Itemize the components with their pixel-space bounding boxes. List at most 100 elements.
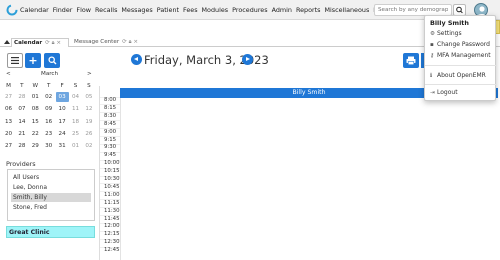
time-slot-label[interactable]: 11:45 — [104, 216, 120, 222]
time-slot-label[interactable]: 12:15 — [104, 231, 120, 237]
time-slot-label[interactable]: 8:45 — [104, 121, 120, 127]
time-slot-label[interactable]: 10:00 — [104, 160, 120, 166]
menu-item-logout[interactable]: ⇥ Logout — [430, 89, 458, 96]
day-cell[interactable]: 03 — [55, 92, 69, 102]
day-cell[interactable]: 18 — [69, 117, 82, 127]
mini-calendar-month: March — [41, 71, 59, 77]
day-cell[interactable]: 12 — [82, 104, 95, 114]
day-cell[interactable]: 10 — [56, 104, 69, 114]
day-cell[interactable]: 25 — [69, 129, 82, 139]
menu-toggle-button[interactable] — [7, 53, 23, 68]
menu-messages[interactable]: Messages — [121, 6, 152, 14]
provider-option[interactable]: All Users — [11, 173, 71, 182]
close-icon[interactable]: × — [133, 39, 138, 45]
prev-day-button[interactable] — [131, 54, 142, 65]
menu-item-change-password[interactable]: ▪ Change Password — [430, 41, 490, 48]
time-slot-label[interactable]: 8:30 — [104, 113, 120, 119]
day-cell[interactable]: 27 — [2, 141, 15, 151]
day-cell[interactable]: 22 — [29, 129, 42, 139]
menu-divider — [425, 84, 497, 85]
collapse-caret-icon[interactable] — [4, 40, 10, 44]
tab-calendar[interactable]: Calendar ⟳ 🔒︎ × — [11, 38, 69, 47]
providers-select[interactable]: All Users Lee, Donna Smith, Billy Stone, Fr… — [7, 169, 95, 221]
openemr-logo-icon[interactable] — [6, 4, 18, 16]
provider-option[interactable]: Lee, Donna — [11, 183, 71, 192]
menu-finder[interactable]: Finder — [53, 6, 73, 14]
menu-admin[interactable]: Admin — [272, 6, 292, 14]
day-cell[interactable]: 02 — [82, 141, 95, 151]
menu-procedures[interactable]: Procedures — [232, 6, 267, 14]
time-slot-label[interactable]: 8:00 — [104, 97, 120, 103]
tab-message-center[interactable]: Message Center ⟳ 🔒︎ × — [72, 38, 140, 47]
day-cell[interactable]: 28 — [15, 141, 28, 151]
menu-item-settings[interactable]: ⚙ Settings — [430, 30, 462, 37]
lock-icon[interactable]: 🔒︎ — [129, 39, 132, 45]
day-cell[interactable]: 15 — [29, 117, 42, 127]
day-cell[interactable]: 07 — [15, 104, 28, 114]
time-slot-label[interactable]: 10:15 — [104, 168, 120, 174]
day-cell[interactable]: 19 — [82, 117, 95, 127]
menu-miscellaneous[interactable]: Miscellaneous — [324, 6, 369, 14]
add-appointment-button[interactable]: + — [25, 53, 41, 68]
day-cell[interactable]: 30 — [42, 141, 55, 151]
time-slot-label[interactable]: 12:30 — [104, 239, 120, 245]
provider-option[interactable]: Stone, Fred — [11, 203, 71, 212]
menu-flow[interactable]: Flow — [76, 6, 91, 14]
time-slot-label[interactable]: 11:15 — [104, 200, 120, 206]
day-cell[interactable]: 31 — [56, 141, 69, 151]
day-cell[interactable]: 26 — [82, 129, 95, 139]
day-cell[interactable]: 01 — [29, 92, 42, 102]
day-cell[interactable]: 20 — [2, 129, 15, 139]
time-slot-label[interactable]: 10:30 — [104, 176, 120, 182]
time-slot-label[interactable]: 8:15 — [104, 105, 120, 111]
day-cell[interactable]: 01 — [69, 141, 82, 151]
day-cell[interactable]: 14 — [15, 117, 28, 127]
print-button[interactable] — [403, 53, 419, 68]
day-cell[interactable]: 05 — [82, 92, 95, 102]
day-cell[interactable]: 29 — [29, 141, 42, 151]
menu-recalls[interactable]: Recalls — [95, 6, 117, 14]
search-appointments-button[interactable] — [44, 53, 60, 68]
menu-patient[interactable]: Patient — [157, 6, 179, 14]
day-cell[interactable]: 24 — [56, 129, 69, 139]
menu-reports[interactable]: Reports — [296, 6, 321, 14]
refresh-icon[interactable]: ⟳ — [122, 39, 127, 45]
time-slot-label[interactable]: 11:30 — [104, 208, 120, 214]
lock-icon[interactable]: 🔒︎ — [52, 40, 55, 46]
time-slot-label[interactable]: 9:00 — [104, 129, 120, 135]
day-cell[interactable]: 11 — [69, 104, 82, 114]
time-slot-label[interactable]: 9:30 — [104, 144, 120, 150]
menu-item-about[interactable]: ℹ About OpenEMR — [430, 72, 486, 79]
time-slot-label[interactable]: 9:45 — [104, 152, 120, 158]
day-cell[interactable]: 13 — [2, 117, 15, 127]
day-cell[interactable]: 17 — [56, 117, 69, 127]
day-cell[interactable]: 06 — [2, 104, 15, 114]
day-cell[interactable]: 28 — [15, 92, 28, 102]
menu-calendar[interactable]: Calendar — [20, 6, 49, 14]
day-cell[interactable]: 09 — [42, 104, 55, 114]
mini-calendar-next[interactable]: > — [87, 71, 92, 77]
time-slot-label[interactable]: 12:45 — [104, 247, 120, 253]
time-slot-label[interactable]: 11:00 — [104, 192, 120, 198]
provider-option[interactable]: Smith, Billy — [11, 193, 91, 202]
menu-fees[interactable]: Fees — [183, 6, 198, 14]
refresh-icon[interactable]: ⟳ — [45, 40, 50, 46]
time-slot-label[interactable]: 9:15 — [104, 137, 120, 143]
next-day-button[interactable] — [242, 54, 253, 65]
day-cell[interactable]: 16 — [42, 117, 55, 127]
day-cell[interactable]: 08 — [29, 104, 42, 114]
day-cell[interactable]: 02 — [42, 92, 55, 102]
mini-calendar-prev[interactable]: < — [6, 71, 11, 77]
day-cell[interactable]: 23 — [42, 129, 55, 139]
day-cell[interactable]: 27 — [2, 92, 15, 102]
lock-icon: ▪ — [430, 42, 434, 48]
day-cell[interactable]: 04 — [69, 92, 82, 102]
facility-label[interactable]: Great Clinic — [6, 226, 95, 238]
menu-item-mfa-management[interactable]: ⚷ MFA Management — [430, 52, 491, 59]
day-cell[interactable]: 21 — [15, 129, 28, 139]
menu-modules[interactable]: Modules — [202, 6, 229, 14]
provider-column-body[interactable] — [120, 98, 498, 260]
close-icon[interactable]: × — [56, 40, 61, 46]
time-slot-label[interactable]: 12:00 — [104, 223, 120, 229]
time-slot-label[interactable]: 10:45 — [104, 184, 120, 190]
